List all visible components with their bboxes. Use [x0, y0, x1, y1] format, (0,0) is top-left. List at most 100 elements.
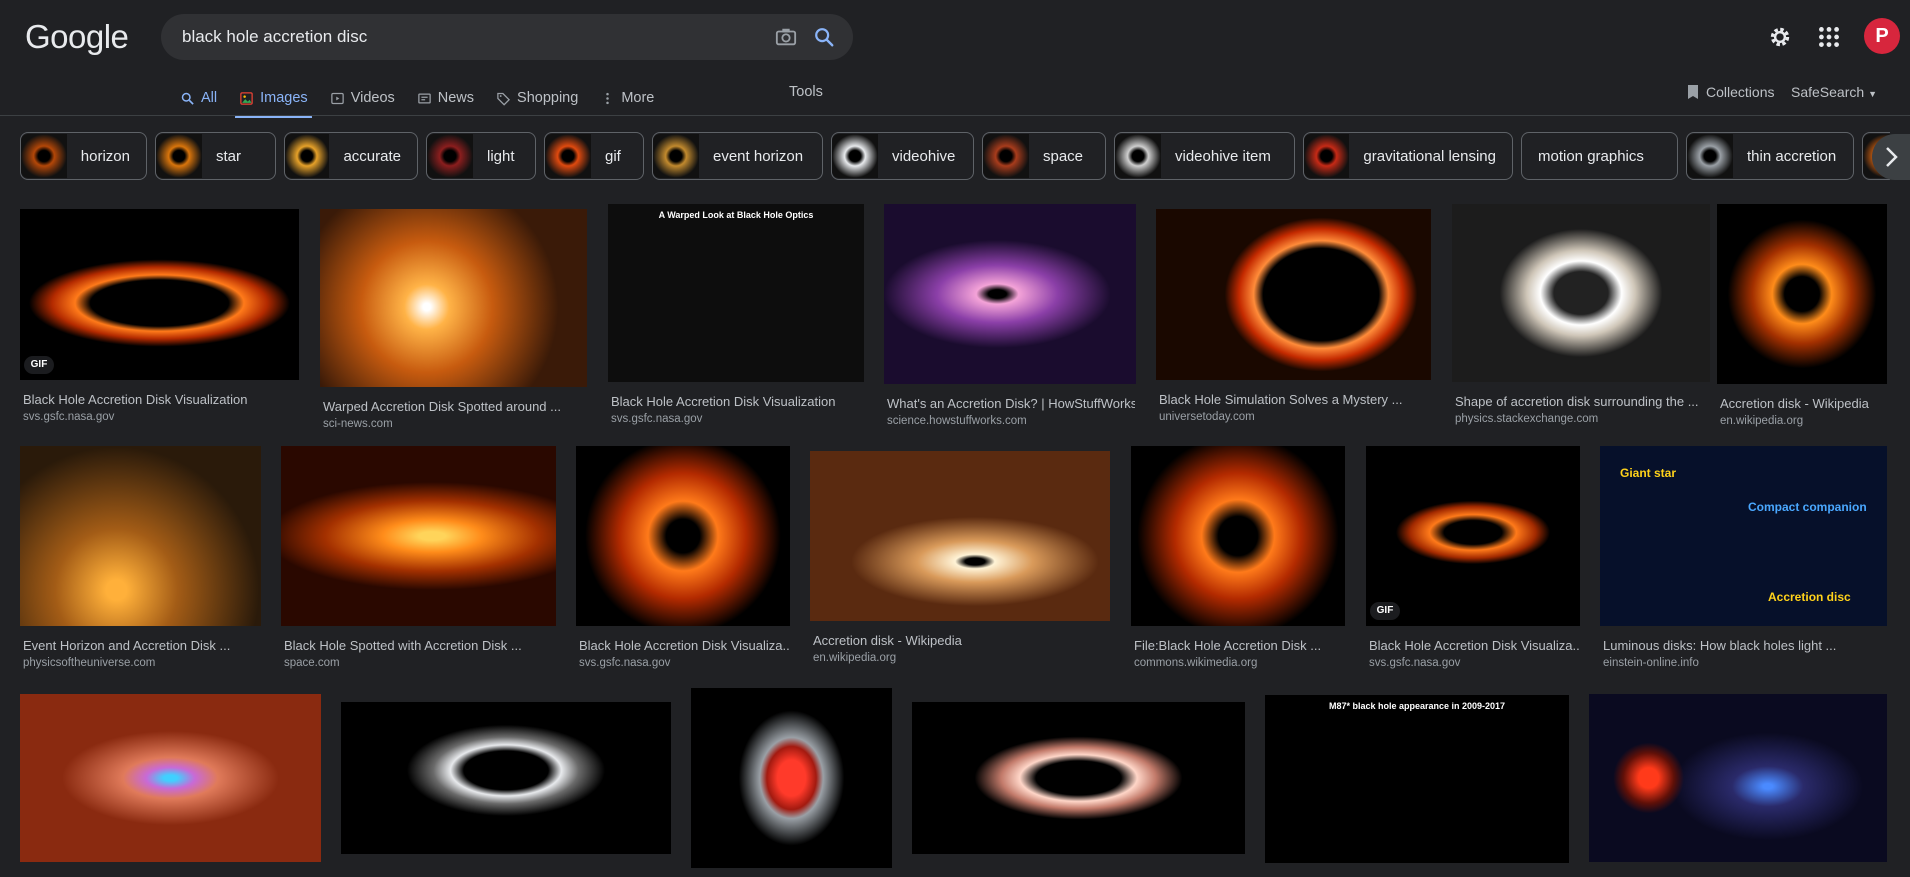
- result-source[interactable]: universetoday.com: [1159, 411, 1255, 423]
- result-thumbnail[interactable]: [884, 204, 1136, 384]
- chip-gravitational-lensing[interactable]: gravitational lensing: [1303, 132, 1513, 180]
- chip-label: motion graphics: [1538, 147, 1644, 165]
- result-thumbnail[interactable]: [608, 204, 864, 382]
- collections-button[interactable]: Collections: [1686, 84, 1774, 100]
- google-logo[interactable]: Google: [25, 18, 129, 56]
- tools-button[interactable]: Tools: [789, 84, 823, 100]
- tab-videos[interactable]: Videos: [330, 82, 395, 114]
- result-title[interactable]: Black Hole Simulation Solves a Mystery .…: [1159, 392, 1430, 407]
- result-thumbnail[interactable]: [20, 209, 299, 380]
- result-source[interactable]: physicsoftheuniverse.com: [23, 657, 155, 669]
- chip-label: event horizon: [713, 147, 804, 165]
- result-source[interactable]: einstein-online.info: [1603, 657, 1699, 669]
- diagram-label: Giant star: [1620, 466, 1677, 480]
- result-thumbnail[interactable]: [1589, 694, 1887, 862]
- result-thumbnail[interactable]: [576, 446, 790, 626]
- tab-label: News: [437, 90, 475, 106]
- result-title[interactable]: Luminous disks: How black holes light ..…: [1603, 638, 1886, 653]
- result-source[interactable]: en.wikipedia.org: [813, 652, 896, 664]
- search-bar[interactable]: black hole accretion disc: [161, 14, 853, 60]
- chip-thumbnail: [1687, 134, 1733, 178]
- result-thumbnail[interactable]: [20, 446, 261, 626]
- result-title[interactable]: File:Black Hole Accretion Disk ...: [1134, 638, 1344, 653]
- tab-all[interactable]: All: [180, 82, 217, 114]
- images-icon: [240, 91, 253, 105]
- result-title[interactable]: Accretion disk - Wikipedia: [813, 633, 1109, 648]
- result-source[interactable]: space.com: [284, 657, 340, 669]
- chip-label: gif: [605, 147, 621, 165]
- chip-event-horizon[interactable]: event horizon: [652, 132, 823, 180]
- chip-gif[interactable]: gif: [544, 132, 644, 180]
- tab-shopping[interactable]: Shopping: [496, 82, 578, 114]
- result-source[interactable]: science.howstuffworks.com: [887, 415, 1027, 427]
- result-title[interactable]: Black Hole Accretion Disk Visualiza...: [579, 638, 789, 653]
- result-thumbnail[interactable]: [1265, 695, 1569, 863]
- result-thumbnail[interactable]: [320, 209, 587, 387]
- camera-icon[interactable]: [775, 26, 797, 48]
- result-thumbnail[interactable]: [691, 688, 892, 868]
- tab-images[interactable]: Images: [235, 82, 312, 118]
- chip-motion-graphics[interactable]: motion graphics: [1521, 132, 1678, 180]
- chip-thumbnail: [427, 134, 473, 178]
- tab-label: More: [621, 90, 655, 106]
- result-source[interactable]: commons.wikimedia.org: [1134, 657, 1257, 669]
- chip-star[interactable]: star: [155, 132, 276, 180]
- gear-icon[interactable]: [1767, 24, 1793, 50]
- chip-space[interactable]: space: [982, 132, 1106, 180]
- chip-thin-accretion[interactable]: thin accretion: [1686, 132, 1854, 180]
- chip-accurate[interactable]: accurate: [284, 132, 418, 180]
- result-thumbnail[interactable]: [810, 451, 1110, 621]
- result-title[interactable]: Event Horizon and Accretion Disk ...: [23, 638, 260, 653]
- safesearch-button[interactable]: SafeSearch ▼: [1791, 84, 1877, 100]
- apps-grid-icon[interactable]: [1816, 24, 1842, 50]
- result-thumbnail[interactable]: [912, 702, 1245, 854]
- result-source[interactable]: svs.gsfc.nasa.gov: [579, 657, 670, 669]
- search-input[interactable]: black hole accretion disc: [182, 27, 367, 47]
- tab-label: Shopping: [517, 90, 579, 106]
- chip-horizon[interactable]: horizon: [20, 132, 147, 180]
- result-source[interactable]: sci-news.com: [323, 418, 393, 430]
- result-title[interactable]: Accretion disk - Wikipedia: [1720, 396, 1886, 411]
- result-title[interactable]: Shape of accretion disk surrounding the …: [1455, 394, 1709, 409]
- result-thumbnail[interactable]: [1452, 204, 1710, 382]
- search-icon[interactable]: [813, 26, 835, 48]
- result-title[interactable]: Black Hole Accretion Disk Visualization: [23, 392, 298, 407]
- chip-thumbnail: [21, 134, 67, 178]
- diagram-label: Accretion disc: [1768, 590, 1851, 604]
- result-title[interactable]: What's an Accretion Disk? | HowStuffWork…: [887, 396, 1135, 411]
- avatar[interactable]: P: [1864, 18, 1900, 54]
- chip-label: videohive: [892, 147, 956, 165]
- chip-thumbnail: [653, 134, 699, 178]
- result-source[interactable]: en.wikipedia.org: [1720, 415, 1803, 427]
- dropdown-arrow-icon: ▼: [1868, 89, 1877, 99]
- result-thumbnail[interactable]: [1717, 204, 1887, 384]
- tab-label: Videos: [350, 90, 395, 106]
- result-source[interactable]: svs.gsfc.nasa.gov: [1369, 657, 1460, 669]
- result-source[interactable]: physics.stackexchange.com: [1455, 413, 1598, 425]
- tab-news[interactable]: News: [417, 82, 474, 114]
- chip-videohive-item[interactable]: videohive item: [1114, 132, 1295, 180]
- result-title[interactable]: Black Hole Accretion Disk Visualiza...: [1369, 638, 1579, 653]
- result-title[interactable]: Black Hole Spotted with Accretion Disk .…: [284, 638, 555, 653]
- chip-light[interactable]: light: [426, 132, 536, 180]
- result-title[interactable]: Warped Accretion Disk Spotted around ...: [323, 399, 586, 414]
- result-thumbnail[interactable]: [1156, 209, 1431, 380]
- result-source[interactable]: svs.gsfc.nasa.gov: [23, 411, 114, 423]
- chip-label: space: [1043, 147, 1084, 165]
- news-icon: [418, 93, 431, 103]
- result-thumbnail[interactable]: [341, 702, 671, 854]
- result-source[interactable]: svs.gsfc.nasa.gov: [611, 413, 702, 425]
- chip-label: videohive item: [1175, 147, 1271, 165]
- result-thumbnail[interactable]: [1131, 446, 1345, 626]
- chips-next-button[interactable]: [1872, 134, 1910, 180]
- result-thumbnail[interactable]: [20, 694, 321, 862]
- related-searches-chips: horizon star accurate light gif event horizon…: [20, 132, 1890, 180]
- result-thumbnail[interactable]: [1366, 446, 1580, 626]
- safesearch-label: SafeSearch: [1791, 84, 1865, 100]
- chip-videohive[interactable]: videohive: [831, 132, 974, 180]
- result-title[interactable]: Black Hole Accretion Disk Visualization: [611, 394, 863, 409]
- result-thumbnail[interactable]: [281, 446, 556, 626]
- chip-label: gravitational lensing: [1363, 147, 1496, 165]
- chip-label: star: [216, 147, 242, 165]
- tab-more[interactable]: More: [600, 82, 654, 114]
